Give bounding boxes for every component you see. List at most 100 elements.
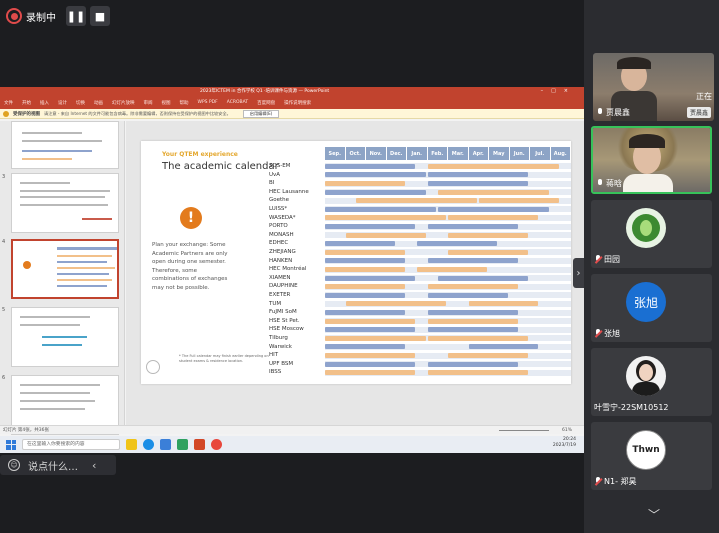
calendar-term-bar [427,224,518,229]
pause-recording-button[interactable]: ❚❚ [66,6,86,26]
participant-tile[interactable]: 田园 [591,200,712,268]
shared-screen: 2023年ICTEM in 合作学校 Q1 ·培训课件与资源 — PowerPo… [0,87,584,453]
chevron-left-icon[interactable]: ‹ [92,459,96,472]
calendar-term-bar [325,267,405,272]
calendar-month-header: Apr. [468,147,489,160]
calendar-term-bar [325,215,446,221]
slide-canvas[interactable]: Your QTEM experience The academic calend… [141,141,571,384]
calendar-school-label: EDHEC [269,240,289,247]
zoom-slider[interactable] [499,430,549,431]
protected-view-bar: 受保护的视图 请注意 - 来自 Internet 的文件可能包含病毒。除非需要编… [0,109,584,119]
calendar-school-label: HANKEN [269,257,293,264]
ppt-status-bar: 幻灯片 第4张，共36张 61% [0,425,584,434]
recording-bar: 录制中 ❚❚ ■ [6,5,110,27]
calendar-term-bar [325,361,416,367]
app-icon[interactable] [211,439,222,450]
ribbon-tab[interactable]: 文件 [4,100,13,106]
ribbon-tab[interactable]: 幻灯片放映 [112,100,135,106]
participant-tile[interactable]: 叶雪宁-22SM10512 [591,348,712,416]
chevron-down-icon[interactable]: ﹀ [648,506,660,523]
ribbon-tab[interactable]: 切换 [76,100,85,106]
participant-tile[interactable]: Thwn N1- 郑昊 [591,422,712,490]
file-explorer-icon[interactable] [126,439,137,450]
calendar-term-bar [325,318,416,324]
calendar-term-bar [427,370,528,376]
participant-tile[interactable]: 张旭 张旭 [591,274,712,342]
ribbon-tab[interactable]: 插入 [40,100,49,106]
slide-number: 3 [2,174,6,180]
calendar-term-bar [427,318,518,324]
chevron-right-icon[interactable]: › [573,258,584,288]
calendar-term-bar [325,172,426,178]
calendar-term-bar [427,284,518,290]
calendar-term-bar [325,335,426,341]
ppt-title-bar: 2023年ICTEM in 合作学校 Q1 ·培训课件与资源 — PowerPo… [0,87,584,96]
app-icon[interactable] [160,439,171,450]
calendar-term-bar [427,172,528,178]
calendar-term-bar [437,189,549,195]
participant-tile-active[interactable]: 蒋晗 [591,126,712,194]
calendar-term-bar [427,181,528,186]
calendar-term-bar [325,241,395,247]
calendar-term-bar [325,370,416,376]
calendar-school-label: FuJMI SoM [269,309,297,316]
slide-thumbnail[interactable] [11,173,119,233]
ribbon-tab[interactable]: 开始 [22,100,31,106]
taskbar-search[interactable]: 在这里输入你要搜索的内容 [22,439,120,450]
calendar-term-bar [355,198,477,204]
calendar-month-header: Dec. [386,147,407,160]
calendar-school-label: Tilburg [269,335,288,341]
ribbon-tab[interactable]: 帮助 [180,100,189,106]
stop-recording-button[interactable]: ■ [90,6,110,26]
calendar-month-header: Jun. [509,147,530,160]
ribbon-tab[interactable]: 百度网盘 [257,100,275,106]
calendar-school-label: HEC Montréal [269,266,307,273]
participants-panel: 正在 贾晨鑫 贾晨鑫 蒋晗 田园 张旭 张旭 叶雪宁-22SM10512 Thw… [584,0,719,533]
slide-thumbnail-current[interactable] [11,239,119,299]
ribbon-tab[interactable]: WPS PDF [198,100,218,105]
windows-start-icon[interactable] [6,439,16,450]
participant-name: 蒋晗 [596,178,622,189]
participant-tile[interactable]: 正在 贾晨鑫 贾晨鑫 [593,53,714,121]
avatar: 张旭 [626,282,666,322]
zoom-level[interactable]: 61% [562,428,572,433]
calendar-term-bar [427,292,508,298]
ribbon-tab[interactable]: 设计 [58,100,67,106]
calendar-term-bar [448,249,528,255]
calendar-term-bar [325,163,416,169]
system-tray[interactable]: 20:24 2023/7/19 [553,437,576,449]
avatar [626,356,666,396]
calendar-school-label: HSE St Pet. [269,317,300,324]
calendar-term-bar [427,310,518,315]
ribbon-tab[interactable]: 视图 [162,100,171,106]
calendar-school-label: UPF BSM [269,360,294,367]
emoji-icon[interactable]: ☺ [8,459,20,471]
enable-editing-button[interactable]: 启用编辑(E) [242,109,280,118]
ribbon-tab[interactable]: 审阅 [144,100,153,106]
calendar-term-bar [325,249,405,255]
ppt-window-title: 2023年ICTEM in 合作学校 Q1 ·培训课件与资源 — PowerPo… [200,89,330,94]
calendar-term-bar [325,353,416,358]
speaking-indicator: 正在 [696,92,712,101]
ribbon-tab[interactable]: 操作说明搜索 [284,100,311,106]
calendar-term-bar [448,215,539,221]
ribbon-tab[interactable]: ACROBAT [227,100,248,105]
edge-icon[interactable] [143,439,154,450]
warning-icon: ! [180,207,202,229]
ribbon-tab[interactable]: 动画 [94,100,103,106]
chat-input[interactable]: 说点什么… [28,458,78,473]
avatar [626,208,666,248]
calendar-term-bar [427,258,518,264]
participant-name: N1- 郑昊 [594,476,637,487]
ppt-ribbon-tabs: 文件 开始 插入 设计 切换 动画 幻灯片放映 审阅 视图 帮助 WPS PDF… [0,96,584,109]
slide-thumbnail[interactable] [11,121,119,169]
calendar-term-bar [427,327,518,333]
app-icon[interactable] [177,439,188,450]
calendar-month-header: Jul. [530,147,551,160]
slide-number: 5 [2,307,6,313]
powerpoint-icon[interactable] [194,439,205,450]
slide-thumbnail[interactable] [11,307,119,367]
calendar-school-label: SDS-EM [269,163,291,169]
chat-bar[interactable]: ☺ 说点什么… ‹ [0,455,116,475]
slide-number: 4 [2,239,6,245]
